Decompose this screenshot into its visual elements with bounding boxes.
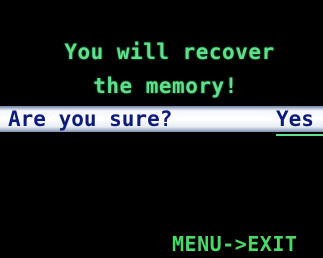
confirm-option-yes[interactable]: Yes — [276, 107, 314, 131]
selection-underline — [276, 134, 323, 136]
confirm-bar[interactable]: Are you sure? Yes — [0, 106, 323, 132]
osd-screen: You will recover the memory! Are you sur… — [0, 0, 323, 258]
message-line-2: the memory! — [93, 74, 238, 98]
message-line-1: You will recover — [64, 40, 275, 64]
confirm-question: Are you sure? — [8, 107, 173, 131]
menu-exit-hint: MENU->EXIT — [172, 232, 298, 256]
